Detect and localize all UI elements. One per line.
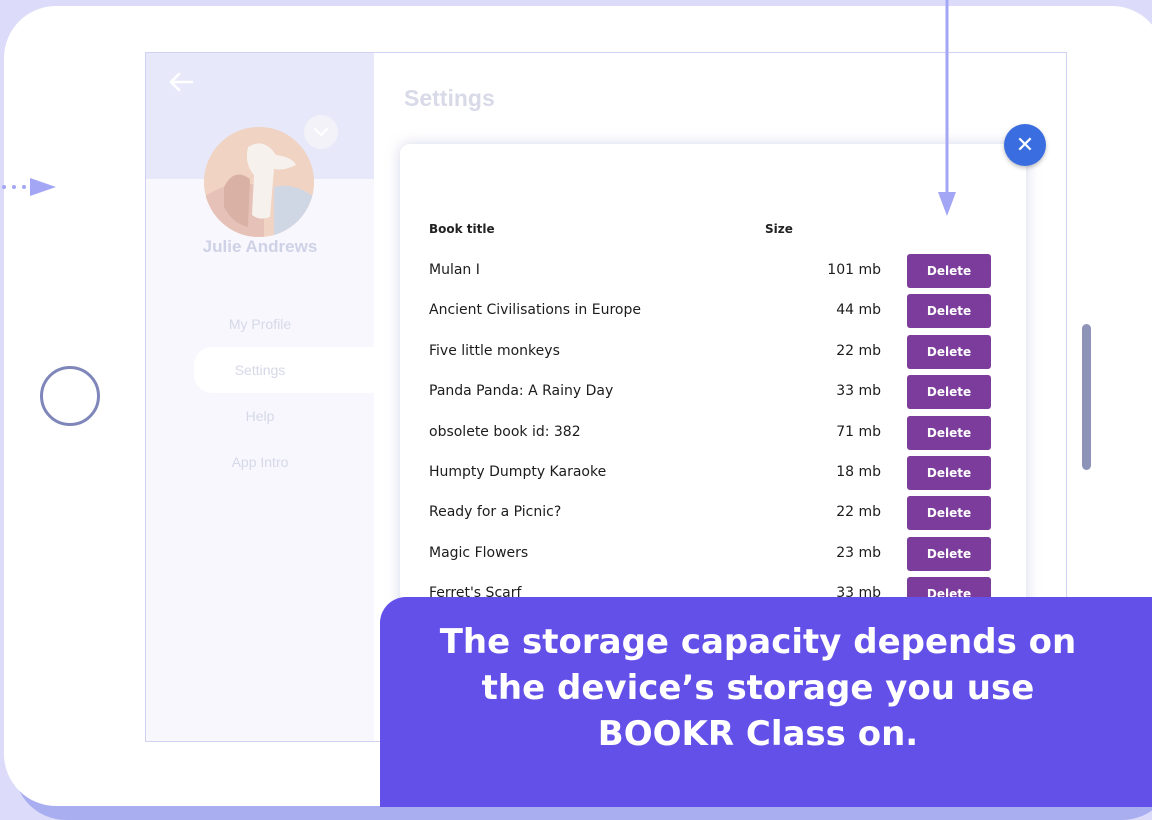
sidebar-item-settings[interactable]: Settings: [194, 347, 374, 393]
book-size: 23 mb: [836, 544, 881, 561]
sidebar-item-label: Settings: [234, 362, 286, 378]
book-title: Magic Flowers: [429, 544, 529, 561]
table-row: Panda Panda: A Rainy Day 33 mb Delete: [400, 373, 1026, 413]
back-arrow-icon[interactable]: [166, 69, 196, 95]
callout-line: The storage capacity depends on: [439, 622, 1077, 662]
book-title: Humpty Dumpty Karaoke: [429, 464, 607, 480]
delete-button[interactable]: Delete: [907, 415, 991, 450]
home-button[interactable]: [40, 366, 100, 426]
book-size: 44 mb: [836, 302, 881, 319]
sidebar-item-help[interactable]: Help: [146, 393, 374, 439]
table-row: Ready for a Picnic? 22 mb Delete: [400, 494, 1026, 534]
page-title: Settings: [404, 85, 495, 111]
book-title: Panda Panda: A Rainy Day: [429, 383, 614, 400]
callout-text: The storage capacity depends on the devi…: [380, 619, 1136, 757]
book-title: Mulan I: [429, 262, 480, 278]
sidebar-item-my-profile[interactable]: My Profile: [146, 301, 374, 347]
book-size: 71 mb: [836, 423, 881, 440]
profile-dropdown-button[interactable]: [304, 115, 338, 149]
info-callout: The storage capacity depends on the devi…: [380, 597, 1152, 807]
scrollbar[interactable]: [1082, 324, 1091, 470]
column-header-size: Size: [765, 222, 793, 236]
user-name: Julie Andrews: [202, 237, 318, 256]
table-row: Magic Flowers 23 mb Delete: [400, 535, 1026, 575]
sidebar-item-label: App Intro: [231, 454, 289, 470]
book-title: obsolete book id: 382: [429, 423, 581, 440]
book-title: Ready for a Picnic?: [429, 504, 562, 521]
callout-line: BOOKR Class on.: [597, 714, 919, 754]
table-row: Ancient Civilisations in Europe 44 mb Dele…: [400, 292, 1026, 332]
delete-button[interactable]: Delete: [907, 496, 991, 531]
sidebar-item-label: My Profile: [228, 316, 292, 332]
sidebar-item-app-intro[interactable]: App Intro: [146, 439, 374, 485]
column-header-title: Book title: [429, 222, 495, 236]
delete-button[interactable]: Delete: [907, 254, 991, 288]
book-size: 22 mb: [836, 504, 881, 521]
storage-modal: Book title Size Mulan I 101 mb Delete Ancie…: [400, 144, 1026, 614]
callout-line: the device’s storage you use: [481, 668, 1035, 708]
delete-button[interactable]: Delete: [907, 456, 991, 490]
table-row: Five little monkeys 22 mb Delete: [400, 333, 1026, 373]
fox-avatar-icon: [204, 127, 314, 237]
book-size: 22 mb: [836, 342, 881, 359]
delete-button[interactable]: Delete: [907, 294, 991, 329]
pointer-arrow-icon: [2, 178, 56, 196]
annotation-arrow-icon: [938, 0, 956, 216]
book-size: 18 mb: [836, 464, 881, 480]
sidebar-item-label: Help: [245, 408, 275, 424]
delete-button[interactable]: Delete: [907, 536, 991, 571]
table-row: Mulan I 101 mb Delete: [400, 252, 1026, 292]
close-button[interactable]: ✕: [1004, 124, 1046, 166]
table-row: obsolete book id: 382 71 mb Delete: [400, 414, 1026, 454]
delete-button[interactable]: Delete: [907, 334, 991, 369]
book-title: Five little monkeys: [429, 342, 560, 359]
sidebar: Julie Andrews My Profile Settings Help A…: [146, 53, 374, 741]
delete-button[interactable]: Delete: [907, 375, 991, 410]
avatar[interactable]: [204, 127, 314, 237]
book-title: Ancient Civilisations in Europe: [429, 302, 641, 319]
table-row: Humpty Dumpty Karaoke 18 mb Delete: [400, 454, 1026, 494]
book-size: 101 mb: [827, 262, 881, 278]
close-icon: ✕: [1015, 132, 1035, 158]
sidebar-menu: My Profile Settings Help App Intro: [146, 301, 374, 485]
chevron-down-icon: [314, 128, 328, 137]
book-size: 33 mb: [836, 383, 881, 400]
